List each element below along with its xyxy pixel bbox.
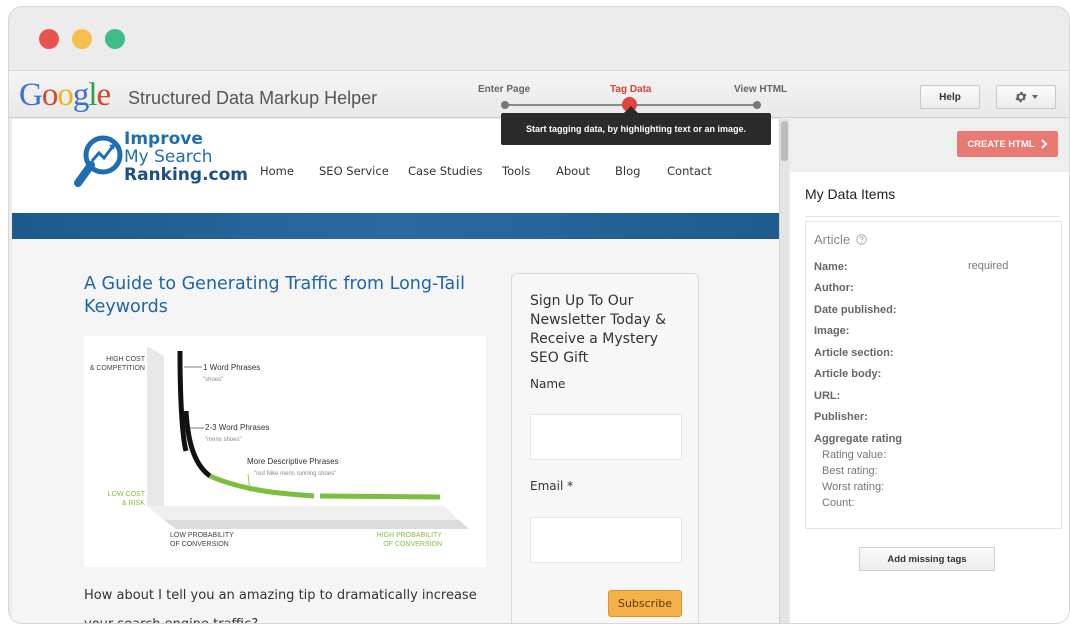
nav-blog[interactable]: Blog	[615, 164, 640, 178]
card-title-text: Article	[814, 232, 851, 247]
label-1-word-example: "shoes"	[203, 377, 223, 383]
step-view-html[interactable]: View HTML	[734, 84, 787, 95]
create-html-label: CREATE HTML	[967, 138, 1035, 150]
label-1-word-phrases: 1 Word Phrases	[203, 363, 260, 372]
y-axis-high-label-1: HIGH COST	[106, 356, 146, 363]
label-descriptive-example: "red Nike mens running shoes"	[254, 471, 336, 477]
markup-helper-toolbar: Google Structured Data Markup Helper Ent…	[9, 70, 1069, 118]
google-logo: Google	[19, 77, 111, 113]
email-input[interactable]	[530, 517, 682, 563]
subfield-count[interactable]: Count:	[822, 497, 854, 509]
magnifier-logo-icon	[74, 135, 123, 187]
x-axis-low-label-2: OF CONVERSION	[170, 541, 229, 548]
nav-about[interactable]: About	[556, 164, 590, 178]
label-2-3-word-phrases: 2-3 Word Phrases	[205, 423, 269, 432]
my-data-items-title: My Data Items	[805, 186, 896, 202]
subfield-worst-rating[interactable]: Worst rating:	[822, 481, 884, 493]
nav-home[interactable]: Home	[260, 164, 294, 178]
subfield-rating-value[interactable]: Rating value:	[822, 449, 886, 461]
label-2-3-word-example: "mens shoes"	[205, 437, 242, 443]
field-name[interactable]: Name:	[814, 261, 848, 273]
y-axis-low-label-2: & RISK	[122, 500, 145, 507]
name-label: Name	[530, 377, 566, 391]
tag-data-tooltip: Start tagging data, by highlighting text…	[501, 113, 771, 145]
long-tail-infographic[interactable]: HIGH COST & COMPETITION LOW COST & RISK …	[84, 336, 486, 567]
tooltip-arrow	[624, 106, 638, 113]
nav-tools[interactable]: Tools	[502, 164, 530, 178]
article-title[interactable]: A Guide to Generating Traffic from Long-…	[84, 273, 504, 319]
field-author[interactable]: Author:	[814, 282, 854, 294]
field-date-published[interactable]: Date published:	[814, 304, 897, 316]
x-axis-low-label-1: LOW PROBABILITY	[170, 532, 234, 539]
minimize-window-icon[interactable]	[72, 29, 92, 49]
settings-button[interactable]	[996, 85, 1056, 109]
question-circle-icon[interactable]	[856, 234, 867, 245]
brand-line-3: Ranking.com	[124, 165, 248, 185]
article-body[interactable]: How about I tell you an amazing tip to d…	[84, 581, 504, 623]
step-tag-data[interactable]: Tag Data	[610, 84, 652, 95]
chevron-right-icon	[1040, 139, 1048, 149]
required-note: required	[968, 260, 1009, 272]
email-label: Email *	[530, 479, 574, 493]
tagged-webpage[interactable]: Improve My Search Ranking.com Home SEO S…	[12, 119, 779, 623]
scrollbar-thumb[interactable]	[781, 121, 788, 161]
x-axis-high-label-1: HIGH PROBABILITY	[377, 532, 443, 539]
x-axis-high-label-2: OF CONVERSION	[383, 541, 442, 548]
field-article-body[interactable]: Article body:	[814, 368, 881, 380]
nav-contact[interactable]: Contact	[667, 164, 712, 178]
gear-icon	[1015, 91, 1027, 103]
chevron-down-icon	[1032, 95, 1038, 99]
blue-banner	[12, 213, 779, 239]
brand-line-1: Improve	[124, 129, 203, 149]
step-dot-enter-page	[501, 101, 509, 109]
step-dot-view-html	[753, 101, 761, 109]
webpage-scrollbar[interactable]	[779, 119, 789, 623]
y-axis-low-label-1: LOW COST	[108, 491, 146, 498]
zoom-window-icon[interactable]	[105, 29, 125, 49]
subfield-best-rating[interactable]: Best rating:	[822, 465, 878, 477]
data-items-panel: CREATE HTML My Data Items Article requir…	[790, 119, 1069, 623]
my-data-items: My Data Items Article required Name: Aut…	[790, 172, 1069, 623]
add-missing-tags-button[interactable]: Add missing tags	[859, 547, 995, 571]
brand-line-2: My Search	[124, 147, 213, 167]
article-card: Article required Name: Author: Date publ…	[805, 221, 1062, 529]
app-title: Structured Data Markup Helper	[128, 88, 378, 108]
help-button[interactable]: Help	[920, 85, 980, 109]
newsletter-title: Sign Up To Our Newsletter Today & Receiv…	[530, 293, 666, 366]
step-enter-page[interactable]: Enter Page	[478, 84, 530, 95]
divider	[805, 216, 1060, 217]
card-title: Article	[814, 232, 867, 247]
nav-case-studies[interactable]: Case Studies	[408, 164, 482, 178]
field-url[interactable]: URL:	[814, 390, 840, 402]
field-publisher[interactable]: Publisher:	[814, 411, 868, 423]
close-window-icon[interactable]	[39, 29, 59, 49]
label-descriptive-phrases: More Descriptive Phrases	[247, 457, 339, 466]
field-article-section[interactable]: Article section:	[814, 347, 893, 359]
field-aggregate-rating[interactable]: Aggregate rating	[814, 433, 902, 445]
browser-window: Google Structured Data Markup Helper Ent…	[8, 6, 1070, 624]
newsletter-widget: Sign Up To Our Newsletter Today & Receiv…	[511, 273, 699, 623]
y-axis-high-label-2: & COMPETITION	[90, 365, 145, 372]
subscribe-button[interactable]: Subscribe	[608, 590, 682, 617]
create-html-button[interactable]: CREATE HTML	[957, 131, 1058, 157]
nav-seo-service[interactable]: SEO Service	[319, 164, 389, 178]
name-input[interactable]	[530, 414, 682, 460]
field-image[interactable]: Image:	[814, 325, 849, 337]
